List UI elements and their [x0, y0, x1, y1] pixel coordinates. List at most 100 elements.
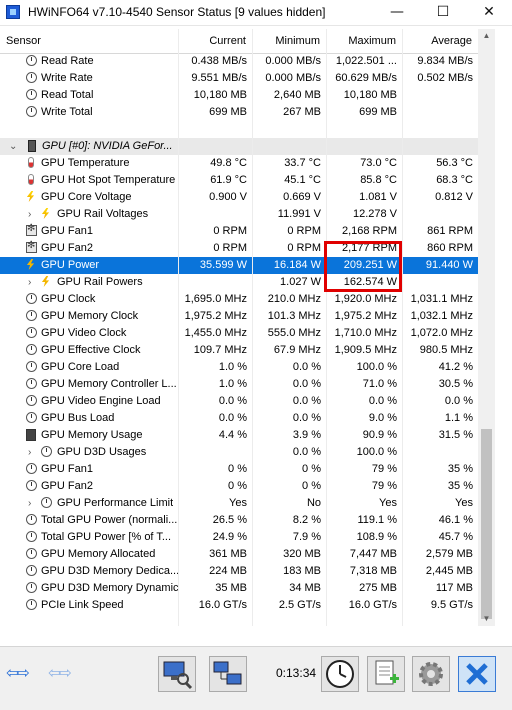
sensor-row[interactable]: GPU D3D Memory Dedica... 224 MB 183 MB 7,31… [0, 563, 478, 580]
expand-chevron-icon[interactable]: › [28, 206, 31, 223]
value-maximum: 71.0 % [362, 378, 397, 390]
sensor-row[interactable]: GPU Effective Clock 109.7 MHz 67.9 MHz 1,90… [0, 342, 478, 359]
gpu-chip-icon [28, 140, 36, 152]
sensor-row[interactable]: Read Total 10,180 MB 2,640 MB 10,180 MB [0, 87, 478, 104]
power-icon [41, 276, 50, 287]
value-minimum: 0 % [302, 480, 321, 492]
scroll-up-icon[interactable]: ▲ [478, 29, 495, 43]
sensor-row[interactable]: GPU Temperature 49.8 °C 33.7 °C 73.0 °C 56.3… [0, 155, 478, 172]
value-current: 10,180 MB [193, 89, 247, 101]
clock-icon [26, 599, 37, 610]
value-minimum: No [306, 497, 321, 509]
sensor-label: Total GPU Power [% of T... [41, 531, 172, 543]
vertical-scrollbar[interactable]: ▲ ▼ [478, 29, 495, 626]
sensor-label: GPU D3D Usages [57, 446, 147, 458]
thermometer-icon [28, 157, 34, 168]
value-minimum: 16.184 W [273, 259, 321, 271]
scroll-down-icon[interactable]: ▼ [478, 612, 495, 626]
sensor-subgroup-row[interactable]: › GPU Performance Limits Yes No Yes Yes [0, 495, 478, 512]
value-maximum: 9.0 % [368, 412, 397, 424]
sensor-row[interactable]: GPU Bus Load 0.0 % 0.0 % 9.0 % 1.1 % [0, 410, 478, 427]
clock-icon [26, 463, 37, 474]
column-minimum[interactable]: Minimum [252, 29, 326, 53]
value-minimum: 101.3 MHz [267, 310, 321, 322]
sensor-row[interactable]: Total GPU Power [% of T... 24.9 % 7.9 % 108… [0, 529, 478, 546]
value-current: 61.9 °C [210, 174, 247, 186]
clock-icon [26, 480, 37, 491]
value-current: Yes [229, 497, 247, 509]
sensor-row[interactable]: GPU Core Voltage 0.900 V 0.669 V 1.081 V 0.8… [0, 189, 478, 206]
sensor-subgroup-row[interactable]: › GPU Rail Powers 1.027 W 162.574 W [0, 274, 478, 291]
monitor-magnifier-icon [163, 661, 193, 690]
sensor-label: Write Rate [41, 72, 93, 84]
sensor-label: GPU Rail Powers [57, 276, 143, 288]
value-current: 0 % [228, 463, 247, 475]
value-current: 4.4 % [218, 429, 247, 441]
sensor-row[interactable]: GPU Fan20 RPM0 RPM2,177 RPM860 RPM [0, 240, 478, 257]
scroll-thumb[interactable] [481, 429, 492, 619]
column-divider [402, 29, 403, 626]
sensor-row[interactable]: Write Total 699 MB 267 MB 699 MB [0, 104, 478, 121]
value-average: 0.812 V [435, 191, 473, 203]
sensor-row[interactable]: GPU Power 35.599 W 16.184 W 209.251 W 91.440… [0, 257, 478, 274]
sensor-subgroup-row[interactable]: › GPU D3D Usages 0.0 % 100.0 % [0, 444, 478, 461]
column-maximum[interactable]: Maximum [326, 29, 402, 53]
logging-button[interactable] [367, 656, 405, 692]
value-current: 0.0 % [218, 395, 247, 407]
minimize-button[interactable]: — [374, 0, 420, 25]
sensor-row[interactable]: GPU Memory Clock 1,975.2 MHz 101.3 MHz 1,97… [0, 308, 478, 325]
sensor-row[interactable]: GPU Fan1 0 % 0 % 79 % 35 % [0, 461, 478, 478]
maximize-button[interactable]: ☐ [420, 0, 466, 25]
value-average: 1,072.0 MHz [410, 327, 473, 339]
clock-icon [26, 378, 37, 389]
sensor-row[interactable]: Total GPU Power (normali... 26.5 % 8.2 % 11… [0, 512, 478, 529]
sensor-row[interactable]: GPU Memory Usage 4.4 % 3.9 % 90.9 % 31.5 % [0, 427, 478, 444]
sensor-group-header[interactable]: ⌄ GPU [#0]: NVIDIA GeFor... [0, 138, 478, 155]
expand-chevron-icon[interactable]: › [28, 495, 31, 512]
sensor-row[interactable]: GPU Video Engine Load 0.0 % 0.0 % 0.0 % 0.0 … [0, 393, 478, 410]
sensor-row[interactable]: GPU Fan1 0 RPM 0 RPM 2,168 RPM 861 RPM [0, 223, 478, 240]
value-minimum: 34 MB [289, 582, 321, 594]
expand-chevron-icon[interactable]: › [28, 444, 31, 461]
close-window-button[interactable]: ✕ [466, 0, 512, 25]
value-minimum: 320 MB [283, 548, 321, 560]
value-average: 35 % [447, 463, 473, 475]
sensor-row[interactable]: GPU Core Load 1.0 % 0.0 % 100.0 % 41.2 % [0, 359, 478, 376]
sensor-row[interactable]: GPU Memory Controller L... 1.0 % 0.0 % 71.0… [0, 376, 478, 393]
value-minimum: 0.0 % [292, 412, 321, 424]
sensor-label: GPU Core Load [41, 361, 120, 373]
close-sensors-button[interactable] [458, 656, 496, 692]
column-current[interactable]: Current [178, 29, 252, 53]
sensor-label: GPU Video Clock [41, 327, 127, 339]
sensor-row[interactable]: GPU Fan2 0 % 0 % 79 % 35 % [0, 478, 478, 495]
sensor-row[interactable]: GPU Memory Allocated 361 MB 320 MB 7,447 MB… [0, 546, 478, 563]
value-current: 35 MB [215, 582, 247, 594]
settings-button[interactable] [412, 656, 450, 692]
value-current: 0 RPM [213, 242, 247, 254]
network-button[interactable] [209, 656, 247, 692]
network-monitor-button[interactable] [158, 656, 196, 692]
sensor-row[interactable]: GPU Clock 1,695.0 MHz 210.0 MHz 1,920.0 MHz… [0, 291, 478, 308]
column-average[interactable]: Average [402, 29, 478, 53]
column-sensor[interactable]: Sensor [0, 29, 178, 53]
previous-next-arrows-icon[interactable]: ⇦⇨ [6, 663, 30, 682]
value-average: 91.440 W [425, 259, 473, 271]
previous-next-arrows-disabled-icon[interactable]: ⇦⇨ [48, 663, 72, 682]
sensor-subgroup-row[interactable]: › GPU Rail Voltages 11.991 V 12.278 V [0, 206, 478, 223]
sensor-label: GPU Rail Voltages [57, 208, 149, 220]
value-minimum: 267 MB [283, 106, 321, 118]
value-current: 0.0 % [218, 412, 247, 424]
reset-timer-button[interactable] [321, 656, 359, 692]
expand-chevron-icon[interactable]: › [28, 274, 31, 291]
sensor-row[interactable]: GPU Video Clock 1,455.0 MHz 555.0 MHz 1,710… [0, 325, 478, 342]
sensor-row[interactable]: Write Rate 9.551 MB/s 0.000 MB/s 60.629 MB/… [0, 70, 478, 87]
value-current: 0 % [228, 480, 247, 492]
sensor-row[interactable]: GPU D3D Memory Dynamic 35 MB 34 MB 275 MB 11… [0, 580, 478, 597]
sensor-row[interactable]: Read Rate 0.438 MB/s 0.000 MB/s 1,022.501 .… [0, 53, 478, 70]
value-current: 35.599 W [199, 259, 247, 271]
sensor-row[interactable]: GPU Hot Spot Temperature 61.9 °C 45.1 °C 85… [0, 172, 478, 189]
value-minimum: 210.0 MHz [267, 293, 321, 305]
collapse-chevron-icon[interactable]: ⌄ [9, 138, 17, 155]
sensor-row[interactable]: PCIe Link Speed 16.0 GT/s 2.5 GT/s 16.0 GT/… [0, 597, 478, 614]
value-minimum: 0.000 MB/s [265, 55, 321, 67]
